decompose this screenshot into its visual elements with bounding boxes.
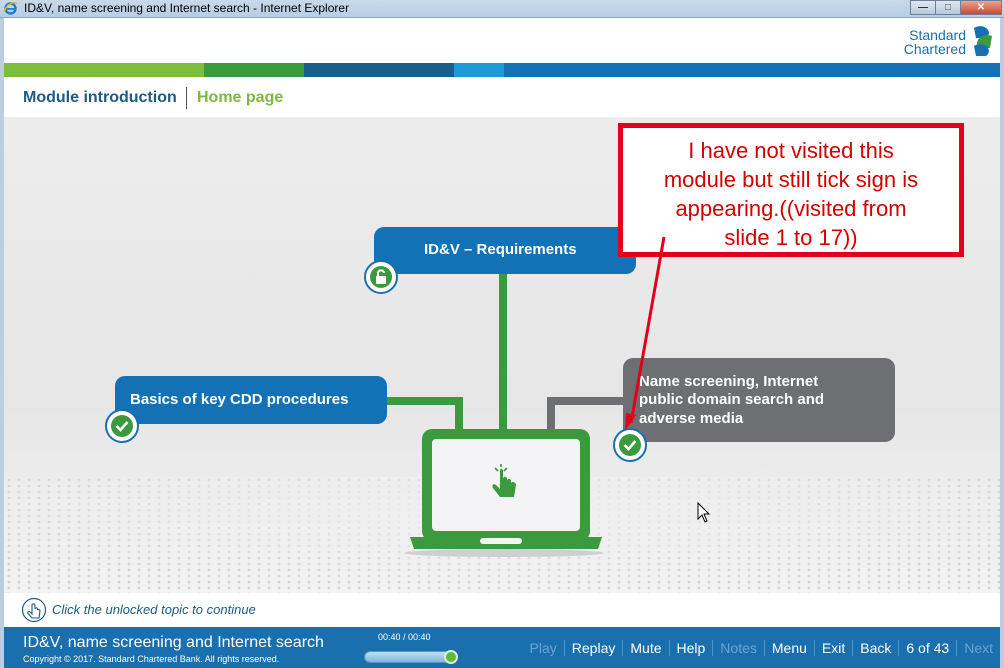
progress-slider[interactable] <box>364 650 458 664</box>
connector-right <box>547 397 624 432</box>
topic-basics-cdd-procedures[interactable]: Basics of key CDD procedures <box>115 376 387 424</box>
topic-menu-stage: ID&V – Requirements Basics of key CDD pr… <box>4 117 1000 593</box>
back-button[interactable]: Back <box>852 640 898 656</box>
mouse-cursor-icon <box>697 502 711 523</box>
strip-segment-blue <box>504 63 1000 77</box>
instruction-text: Click the unlocked topic to continue <box>52 602 256 617</box>
minimize-icon: — <box>918 2 928 13</box>
topic-label: ID&V – Requirements <box>424 241 577 258</box>
status-badge-completed <box>613 428 647 462</box>
callout-line2: module but still tick sign is <box>663 167 919 192</box>
notes-button[interactable]: Notes <box>712 640 764 656</box>
touch-hand-icon <box>21 597 47 623</box>
window-title-bar: ID&V, name screening and Internet search… <box>0 0 1004 18</box>
breadcrumb: Module introduction Home page <box>4 77 1000 117</box>
breadcrumb-module-introduction[interactable]: Module introduction <box>23 89 177 107</box>
player-footer: ID&V, name screening and Internet search… <box>4 627 1000 668</box>
page-counter: 6 of 43 <box>898 640 956 656</box>
instruction-bar: Click the unlocked topic to continue <box>4 593 1000 627</box>
topic-name-screening[interactable]: Name screening, Internet public domain s… <box>623 358 895 442</box>
breadcrumb-separator <box>186 87 187 109</box>
connector-top <box>499 267 507 432</box>
breadcrumb-home-page: Home page <box>197 89 284 106</box>
strip-segment-cyan <box>454 63 504 77</box>
time-readout: 00:40 / 00:40 <box>378 632 431 642</box>
player-controls: Play Replay Mute Help Notes Menu Exit Ba… <box>523 640 1000 656</box>
annotation-callout: I have not visited this module but still… <box>618 123 964 257</box>
close-icon: ✕ <box>976 2 986 13</box>
topic-id-v-requirements[interactable]: ID&V – Requirements <box>374 227 636 274</box>
next-button[interactable]: Next <box>956 640 1000 656</box>
color-strip <box>4 63 1000 77</box>
exit-button[interactable]: Exit <box>813 640 852 656</box>
callout-line3: appearing.((visited from <box>675 196 907 221</box>
check-icon <box>619 434 641 456</box>
callout-line1: I have not visited this <box>688 138 894 163</box>
replay-button[interactable]: Replay <box>563 640 623 656</box>
window-title: ID&V, name screening and Internet search… <box>24 1 350 15</box>
check-icon <box>111 415 133 437</box>
course-title: ID&V, name screening and Internet search <box>23 634 324 651</box>
strip-segment-light-green <box>4 63 204 77</box>
topic-label-line3: adverse media <box>639 410 744 427</box>
strip-segment-dark-blue <box>304 63 454 77</box>
standard-chartered-emblem-icon <box>974 26 992 56</box>
minimize-button[interactable]: — <box>910 0 936 15</box>
topic-label-line2: public domain search and <box>639 391 825 408</box>
status-badge-completed <box>105 409 139 443</box>
unlock-icon <box>370 266 392 288</box>
standard-chartered-logo: Standard Chartered <box>904 24 996 60</box>
progress-fill <box>365 652 455 662</box>
status-badge-unlocked <box>364 260 398 294</box>
strip-segment-green <box>204 63 304 77</box>
course-header: Standard Chartered <box>4 18 1000 63</box>
logo-line2: Chartered <box>903 41 966 57</box>
play-button[interactable]: Play <box>523 640 564 656</box>
progress-knob[interactable] <box>444 650 458 664</box>
callout-line4: slide 1 to 17)) <box>724 225 858 250</box>
close-button[interactable]: ✕ <box>960 0 1002 15</box>
mute-button[interactable]: Mute <box>622 640 668 656</box>
connector-left <box>387 397 463 432</box>
menu-button[interactable]: Menu <box>763 640 814 656</box>
internet-explorer-icon <box>3 2 18 15</box>
copyright-text: Copyright © 2017. Standard Chartered Ban… <box>23 654 280 664</box>
maximize-icon: □ <box>944 2 952 13</box>
help-button[interactable]: Help <box>668 640 713 656</box>
logo-line1: Standard <box>909 27 966 43</box>
topic-label: Basics of key CDD procedures <box>130 391 349 408</box>
topic-label-line1: Name screening, Internet <box>639 373 819 390</box>
window-border-right <box>1000 18 1004 668</box>
maximize-button[interactable]: □ <box>935 0 961 15</box>
